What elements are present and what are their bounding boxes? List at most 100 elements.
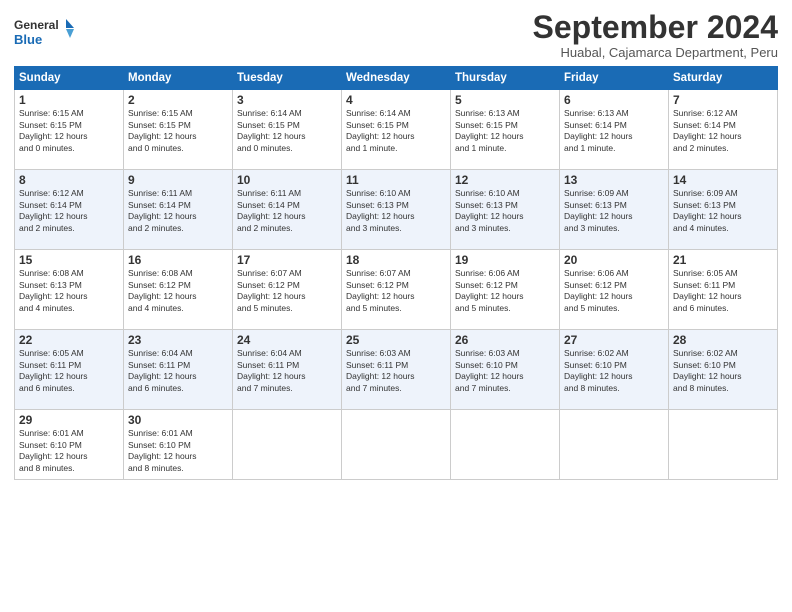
table-row: 2Sunrise: 6:15 AMSunset: 6:15 PMDaylight… — [124, 90, 233, 170]
day-number: 10 — [237, 173, 337, 187]
table-row: 24Sunrise: 6:04 AMSunset: 6:11 PMDayligh… — [233, 330, 342, 410]
table-row: 15Sunrise: 6:08 AMSunset: 6:13 PMDayligh… — [15, 250, 124, 330]
col-wednesday: Wednesday — [342, 67, 451, 90]
table-row: 13Sunrise: 6:09 AMSunset: 6:13 PMDayligh… — [560, 170, 669, 250]
day-number: 7 — [673, 93, 773, 107]
col-saturday: Saturday — [669, 67, 778, 90]
day-info: Sunrise: 6:14 AMSunset: 6:15 PMDaylight:… — [346, 108, 446, 154]
table-row — [669, 410, 778, 480]
day-info: Sunrise: 6:03 AMSunset: 6:11 PMDaylight:… — [346, 348, 446, 394]
table-row: 16Sunrise: 6:08 AMSunset: 6:12 PMDayligh… — [124, 250, 233, 330]
day-number: 19 — [455, 253, 555, 267]
table-row: 29Sunrise: 6:01 AMSunset: 6:10 PMDayligh… — [15, 410, 124, 480]
day-number: 11 — [346, 173, 446, 187]
table-row — [233, 410, 342, 480]
day-number: 20 — [564, 253, 664, 267]
table-row: 10Sunrise: 6:11 AMSunset: 6:14 PMDayligh… — [233, 170, 342, 250]
table-row: 8Sunrise: 6:12 AMSunset: 6:14 PMDaylight… — [15, 170, 124, 250]
calendar: Sunday Monday Tuesday Wednesday Thursday… — [14, 66, 778, 480]
table-row: 25Sunrise: 6:03 AMSunset: 6:11 PMDayligh… — [342, 330, 451, 410]
table-row: 18Sunrise: 6:07 AMSunset: 6:12 PMDayligh… — [342, 250, 451, 330]
table-row: 19Sunrise: 6:06 AMSunset: 6:12 PMDayligh… — [451, 250, 560, 330]
day-info: Sunrise: 6:08 AMSunset: 6:13 PMDaylight:… — [19, 268, 119, 314]
table-row: 14Sunrise: 6:09 AMSunset: 6:13 PMDayligh… — [669, 170, 778, 250]
day-number: 12 — [455, 173, 555, 187]
day-number: 24 — [237, 333, 337, 347]
table-row: 28Sunrise: 6:02 AMSunset: 6:10 PMDayligh… — [669, 330, 778, 410]
day-info: Sunrise: 6:01 AMSunset: 6:10 PMDaylight:… — [128, 428, 228, 474]
calendar-row: 1Sunrise: 6:15 AMSunset: 6:15 PMDaylight… — [15, 90, 778, 170]
day-number: 13 — [564, 173, 664, 187]
table-row — [342, 410, 451, 480]
day-info: Sunrise: 6:07 AMSunset: 6:12 PMDaylight:… — [346, 268, 446, 314]
calendar-row: 15Sunrise: 6:08 AMSunset: 6:13 PMDayligh… — [15, 250, 778, 330]
calendar-row: 29Sunrise: 6:01 AMSunset: 6:10 PMDayligh… — [15, 410, 778, 480]
table-row: 21Sunrise: 6:05 AMSunset: 6:11 PMDayligh… — [669, 250, 778, 330]
table-row: 26Sunrise: 6:03 AMSunset: 6:10 PMDayligh… — [451, 330, 560, 410]
col-friday: Friday — [560, 67, 669, 90]
calendar-row: 8Sunrise: 6:12 AMSunset: 6:14 PMDaylight… — [15, 170, 778, 250]
day-info: Sunrise: 6:10 AMSunset: 6:13 PMDaylight:… — [455, 188, 555, 234]
day-number: 14 — [673, 173, 773, 187]
day-number: 4 — [346, 93, 446, 107]
day-number: 26 — [455, 333, 555, 347]
day-info: Sunrise: 6:07 AMSunset: 6:12 PMDaylight:… — [237, 268, 337, 314]
day-number: 5 — [455, 93, 555, 107]
col-thursday: Thursday — [451, 67, 560, 90]
day-number: 1 — [19, 93, 119, 107]
day-number: 6 — [564, 93, 664, 107]
table-row: 30Sunrise: 6:01 AMSunset: 6:10 PMDayligh… — [124, 410, 233, 480]
col-tuesday: Tuesday — [233, 67, 342, 90]
day-number: 8 — [19, 173, 119, 187]
month-title: September 2024 — [74, 10, 778, 45]
svg-text:Blue: Blue — [14, 32, 42, 47]
calendar-header-row: Sunday Monday Tuesday Wednesday Thursday… — [15, 67, 778, 90]
day-number: 17 — [237, 253, 337, 267]
table-row: 23Sunrise: 6:04 AMSunset: 6:11 PMDayligh… — [124, 330, 233, 410]
day-info: Sunrise: 6:11 AMSunset: 6:14 PMDaylight:… — [237, 188, 337, 234]
calendar-row: 22Sunrise: 6:05 AMSunset: 6:11 PMDayligh… — [15, 330, 778, 410]
day-number: 9 — [128, 173, 228, 187]
day-info: Sunrise: 6:12 AMSunset: 6:14 PMDaylight:… — [673, 108, 773, 154]
table-row: 20Sunrise: 6:06 AMSunset: 6:12 PMDayligh… — [560, 250, 669, 330]
day-info: Sunrise: 6:06 AMSunset: 6:12 PMDaylight:… — [564, 268, 664, 314]
day-number: 16 — [128, 253, 228, 267]
day-info: Sunrise: 6:02 AMSunset: 6:10 PMDaylight:… — [564, 348, 664, 394]
day-info: Sunrise: 6:09 AMSunset: 6:13 PMDaylight:… — [673, 188, 773, 234]
table-row: 17Sunrise: 6:07 AMSunset: 6:12 PMDayligh… — [233, 250, 342, 330]
day-number: 28 — [673, 333, 773, 347]
day-info: Sunrise: 6:05 AMSunset: 6:11 PMDaylight:… — [19, 348, 119, 394]
table-row: 7Sunrise: 6:12 AMSunset: 6:14 PMDaylight… — [669, 90, 778, 170]
day-info: Sunrise: 6:13 AMSunset: 6:15 PMDaylight:… — [455, 108, 555, 154]
logo: General Blue — [14, 14, 74, 50]
table-row: 9Sunrise: 6:11 AMSunset: 6:14 PMDaylight… — [124, 170, 233, 250]
day-number: 30 — [128, 413, 228, 427]
day-number: 29 — [19, 413, 119, 427]
table-row: 11Sunrise: 6:10 AMSunset: 6:13 PMDayligh… — [342, 170, 451, 250]
header: General Blue September 2024 Huabal, Caja… — [14, 10, 778, 60]
day-info: Sunrise: 6:06 AMSunset: 6:12 PMDaylight:… — [455, 268, 555, 314]
day-info: Sunrise: 6:05 AMSunset: 6:11 PMDaylight:… — [673, 268, 773, 314]
day-number: 3 — [237, 93, 337, 107]
table-row: 1Sunrise: 6:15 AMSunset: 6:15 PMDaylight… — [15, 90, 124, 170]
svg-text:General: General — [14, 18, 59, 32]
day-number: 21 — [673, 253, 773, 267]
table-row: 12Sunrise: 6:10 AMSunset: 6:13 PMDayligh… — [451, 170, 560, 250]
day-number: 25 — [346, 333, 446, 347]
day-number: 22 — [19, 333, 119, 347]
table-row: 5Sunrise: 6:13 AMSunset: 6:15 PMDaylight… — [451, 90, 560, 170]
col-sunday: Sunday — [15, 67, 124, 90]
table-row: 27Sunrise: 6:02 AMSunset: 6:10 PMDayligh… — [560, 330, 669, 410]
day-info: Sunrise: 6:11 AMSunset: 6:14 PMDaylight:… — [128, 188, 228, 234]
day-number: 18 — [346, 253, 446, 267]
day-info: Sunrise: 6:01 AMSunset: 6:10 PMDaylight:… — [19, 428, 119, 474]
title-block: September 2024 Huabal, Cajamarca Departm… — [74, 10, 778, 60]
day-info: Sunrise: 6:03 AMSunset: 6:10 PMDaylight:… — [455, 348, 555, 394]
table-row: 6Sunrise: 6:13 AMSunset: 6:14 PMDaylight… — [560, 90, 669, 170]
table-row: 22Sunrise: 6:05 AMSunset: 6:11 PMDayligh… — [15, 330, 124, 410]
day-info: Sunrise: 6:15 AMSunset: 6:15 PMDaylight:… — [19, 108, 119, 154]
location: Huabal, Cajamarca Department, Peru — [74, 45, 778, 60]
col-monday: Monday — [124, 67, 233, 90]
day-info: Sunrise: 6:02 AMSunset: 6:10 PMDaylight:… — [673, 348, 773, 394]
day-number: 2 — [128, 93, 228, 107]
